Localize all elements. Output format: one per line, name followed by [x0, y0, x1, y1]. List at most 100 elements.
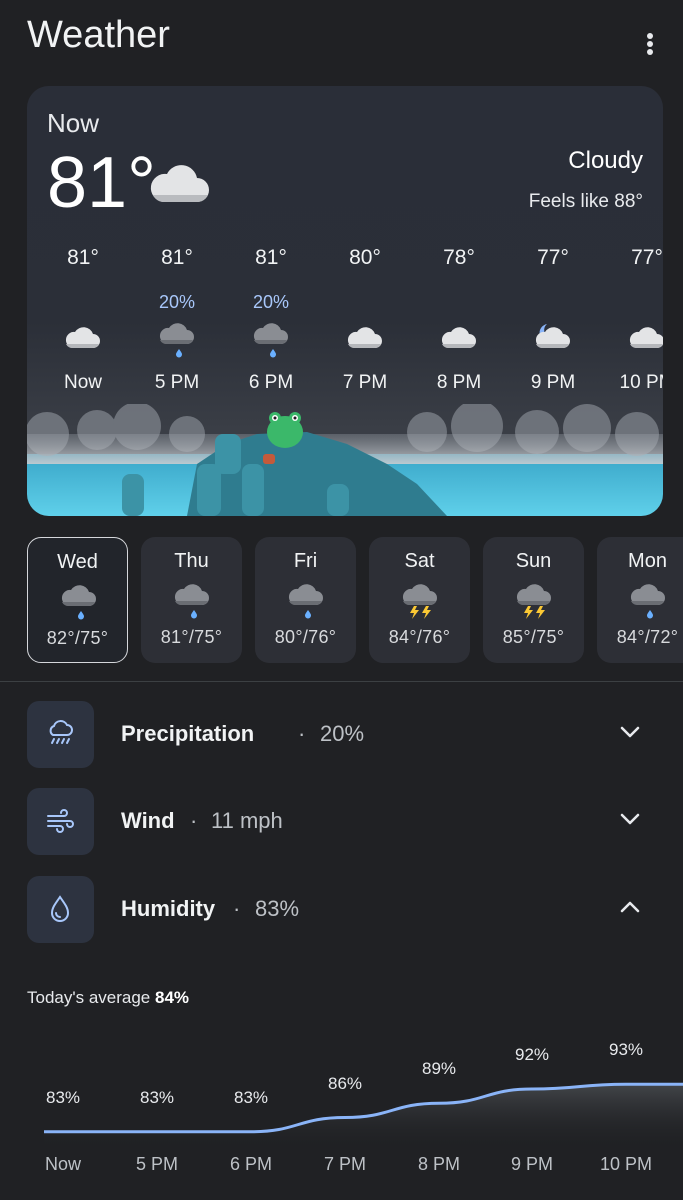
wind-row[interactable]: Wind · 11 mph [27, 788, 657, 856]
humidity-time-label: 10 PM [599, 1154, 653, 1174]
hourly-temp: 81° [161, 246, 193, 269]
humidity-value-label: 93% [608, 1040, 644, 1060]
precipitation-icon-box [27, 701, 94, 768]
hourly-icon [251, 318, 291, 362]
day-temp-range: 81°/75° [160, 627, 223, 647]
day-name: Sun [515, 550, 552, 572]
humidity-row[interactable]: Humidity · 83% [27, 876, 657, 944]
wind-icon [47, 809, 74, 833]
humidity-value-label: 83% [45, 1087, 81, 1107]
day-temp-range: 80°/76° [274, 627, 337, 647]
day-icon [59, 582, 99, 622]
day-icon [172, 581, 212, 621]
hourly-time: 10 PM [619, 372, 663, 393]
humidity-time-label: Now [44, 1154, 81, 1174]
day-card-fri[interactable]: Fri 80°/76° [255, 537, 356, 663]
day-icon [286, 581, 326, 621]
rain-cloud-icon [630, 584, 665, 619]
hourly-icon [157, 318, 197, 362]
thunderstorm-icon [516, 584, 551, 619]
precipitation-value: 20% [320, 721, 365, 746]
condition-text: Cloudy [568, 147, 643, 174]
day-name: Thu [174, 550, 209, 572]
humidity-icon-box [27, 876, 94, 943]
average-prefix: Today's average [27, 988, 151, 1007]
thunderstorm-icon [402, 584, 437, 619]
hourly-icon [627, 318, 663, 362]
day-name: Wed [57, 551, 98, 573]
hourly-icon [533, 318, 573, 362]
wind-value: 11 mph [211, 808, 283, 833]
hourly-time: 8 PM [436, 372, 482, 393]
hourly-temp: 77° [537, 246, 569, 269]
day-name: Fri [293, 550, 318, 572]
day-card-mon[interactable]: Mon 84°/72° [597, 537, 683, 663]
hourly-icon [345, 318, 385, 362]
day-card-wed[interactable]: Wed 82°/75° [27, 537, 128, 663]
separator-dot: · [190, 808, 198, 833]
cloud-icon [65, 327, 100, 349]
humidity-value-label: 89% [421, 1059, 457, 1079]
hourly-time: 5 PM [154, 372, 200, 393]
hourly-precip-chance: 20% [252, 292, 290, 312]
hourly-time: Now [63, 372, 102, 393]
feels-like-text: Feels like 88° [528, 191, 643, 212]
rain-cloud-icon [61, 585, 96, 620]
app-title: Weather [27, 14, 170, 56]
chevron-down-icon [620, 726, 640, 738]
more-dot-icon [647, 41, 653, 47]
day-card-thu[interactable]: Thu 81°/75° [141, 537, 242, 663]
current-conditions-card: Now 81° Cloudy Feels like 88° 81° Now 81° 2… [27, 86, 663, 516]
more-dot-icon [647, 49, 653, 55]
hourly-icon [63, 318, 103, 362]
separator-dot: · [233, 896, 241, 921]
humidity-time-label: 9 PM [510, 1154, 553, 1174]
day-card-sun[interactable]: Sun 85°/75° [483, 537, 584, 663]
hourly-temp: 81° [67, 246, 99, 269]
day-temp-range: 85°/75° [502, 627, 565, 647]
cloud-icon [150, 165, 209, 203]
cloud-icon [347, 327, 382, 349]
weather-scene-illustration [27, 404, 663, 516]
wind-icon-box [27, 788, 94, 855]
more-options-button[interactable] [630, 24, 670, 64]
section-divider [0, 681, 683, 682]
wind-label: Wind [121, 808, 175, 833]
chevron-up-icon [620, 901, 640, 913]
separator-dot: · [298, 721, 306, 746]
hourly-temp: 81° [255, 246, 287, 269]
humidity-time-label: 8 PM [417, 1154, 460, 1174]
hourly-precip-chance: 20% [158, 292, 196, 312]
day-icon [628, 581, 668, 621]
rain-cloud-icon [159, 323, 194, 358]
more-dot-icon [647, 33, 653, 39]
humidity-value-label: 92% [514, 1045, 550, 1064]
humidity-time-label: 7 PM [323, 1154, 366, 1174]
current-temperature: 81° [47, 143, 156, 223]
humidity-time-label: 6 PM [229, 1154, 272, 1174]
hourly-time: 7 PM [342, 372, 388, 393]
rain-cloud-icon [174, 584, 209, 619]
day-temp-range: 84°/72° [616, 627, 679, 647]
humidity-value: 83% [255, 896, 300, 921]
day-card-sat[interactable]: Sat 84°/76° [369, 537, 470, 663]
chevron-down-icon [620, 813, 640, 825]
humidity-value-label: 83% [139, 1087, 175, 1107]
hourly-icon [439, 318, 479, 362]
rain-cloud-icon [288, 584, 323, 619]
humidity-value-label: 83% [233, 1087, 269, 1107]
humidity-label: Humidity [121, 896, 216, 921]
now-label: Now [47, 108, 100, 138]
precipitation-row[interactable]: Precipitation · 20% [27, 701, 657, 769]
day-temp-range: 82°/75° [46, 628, 109, 648]
hourly-temp: 80° [349, 246, 381, 269]
day-name: Sat [404, 550, 435, 572]
humidity-drop-icon [50, 895, 70, 922]
cloud-icon [629, 327, 663, 349]
day-temp-range: 84°/76° [388, 627, 451, 647]
day-name: Mon [628, 550, 667, 572]
average-value: 84% [155, 988, 190, 1007]
precipitation-label: Precipitation [121, 721, 255, 746]
hourly-temp: 78° [443, 246, 475, 269]
moon-cloud-icon [535, 324, 570, 349]
